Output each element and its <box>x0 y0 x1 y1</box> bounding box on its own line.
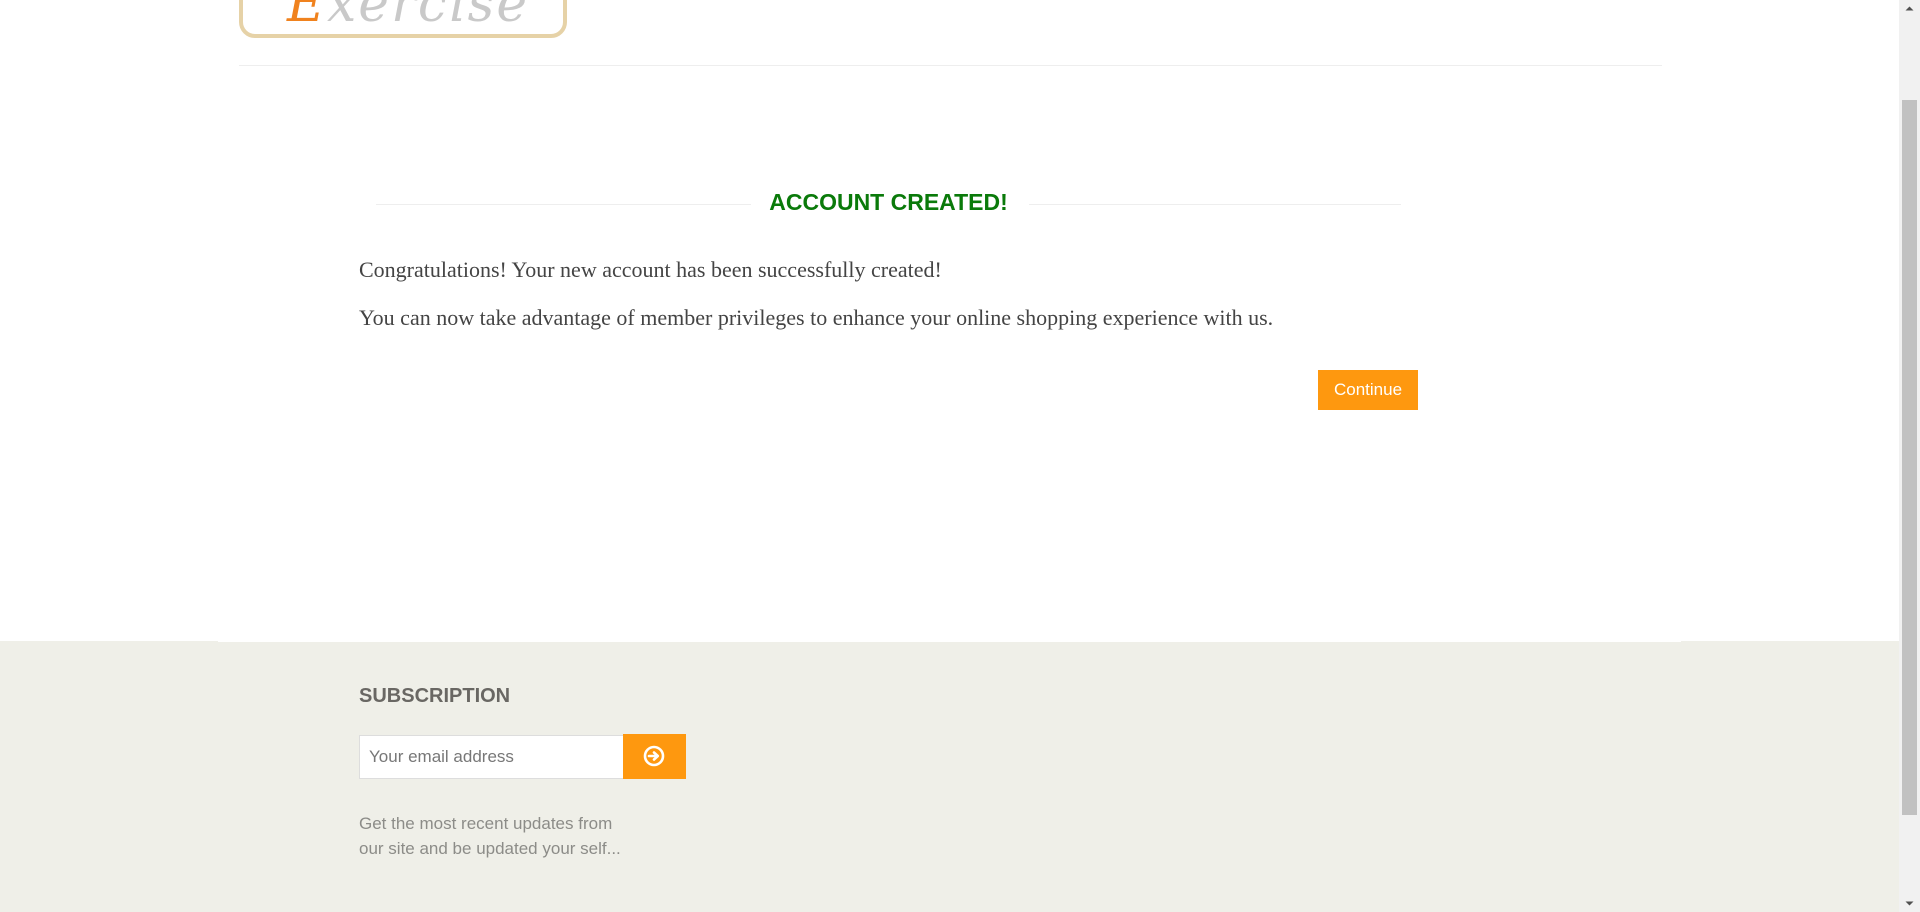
arrow-circle-right-icon <box>643 745 665 767</box>
subscribe-button[interactable] <box>623 734 686 779</box>
vertical-scrollbar[interactable] <box>1899 0 1920 912</box>
scrollbar-thumb[interactable] <box>1902 100 1917 815</box>
subscription-description: Get the most recent updates from our site… <box>359 811 659 861</box>
footer: SUBSCRIPTION Get the most recent updates… <box>0 641 1899 912</box>
header: Exercise <box>239 0 1662 66</box>
logo-text-first: E <box>287 0 327 34</box>
logo-text-rest: xercise <box>326 0 530 34</box>
title-row: ACCOUNT CREATED! <box>376 186 1401 220</box>
scroll-down-arrow-icon[interactable] <box>1899 895 1920 912</box>
continue-button[interactable]: Continue <box>1318 370 1418 410</box>
scroll-up-arrow-icon[interactable] <box>1899 0 1920 17</box>
footer-divider <box>218 641 1681 642</box>
subscription-email-input[interactable] <box>359 735 624 779</box>
title-divider-right <box>1029 204 1401 205</box>
subscription-title: SUBSCRIPTION <box>359 685 511 707</box>
subscription-description-line-2: our site and be updated your self... <box>359 839 621 858</box>
page: Exercise ACCOUNT CREATED! Congratulation… <box>0 0 1920 912</box>
logo-text: Exercise <box>287 0 529 30</box>
subscription-description-line-1: Get the most recent updates from <box>359 814 613 833</box>
privileges-message: You can now take advantage of member pri… <box>359 305 1274 330</box>
success-message: Congratulations! Your new account has be… <box>359 257 942 282</box>
site-logo[interactable]: Exercise <box>239 0 567 38</box>
page-title: ACCOUNT CREATED! <box>769 189 1008 215</box>
